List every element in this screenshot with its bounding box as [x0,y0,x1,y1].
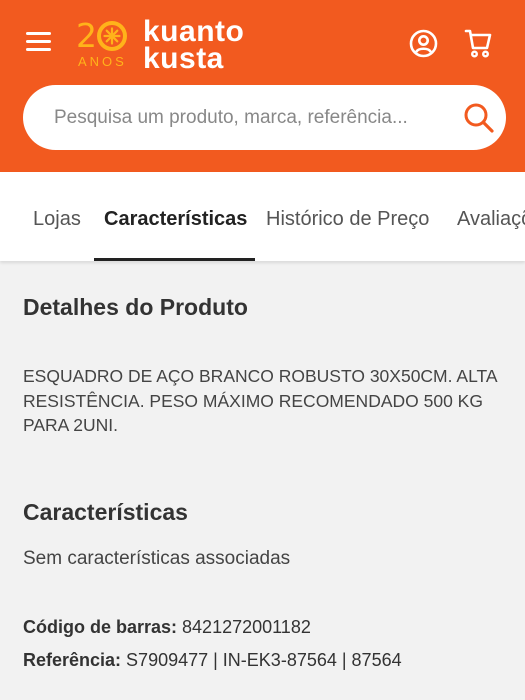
tab-caracteristicas[interactable]: Características [104,208,247,231]
site-header: 20 2 ANOS kuanto kusta [0,0,525,172]
details-heading: Detalhes do Produto [23,294,248,320]
features-heading: Características [23,499,188,525]
search-bar [23,85,506,150]
logo-two: 2 [76,16,97,55]
orange-slice-icon [97,21,127,51]
features-empty-text: Sem características associadas [23,548,291,569]
logo-anos: ANOS [78,54,127,69]
barcode-label: Código de barras: [23,617,183,637]
logo-anniversary: 20 2 [76,16,127,55]
reference-value: S7909477 | IN-EK3-87564 | 87564 [126,650,402,670]
user-icon[interactable] [409,29,438,58]
barcode-value: 8421272001182 [182,617,311,637]
tab-historico-preco[interactable]: Histórico de Preço [266,208,429,231]
active-tab-indicator [94,258,255,261]
tab-lojas[interactable]: Lojas [33,208,81,231]
reference-label: Referência: [23,650,127,670]
logo-word-kusta: kusta [143,42,224,75]
search-input[interactable] [54,103,424,133]
cart-icon[interactable] [464,28,492,58]
search-icon[interactable] [463,102,495,134]
product-description: ESQUADRO DE AÇO BRANCO ROBUSTO 30X50CM. … [23,366,497,435]
product-tabs: Lojas Características Histórico de Preço… [0,172,525,261]
tab-avaliacoes[interactable]: Avaliações [457,208,525,231]
kuantokusta-logo[interactable]: 20 2 ANOS kuanto kusta [76,14,276,75]
barcode-row: Código de barras: 8421272001182 [23,617,311,638]
reference-row: Referência: S7909477 | IN-EK3-87564 | 87… [23,650,402,671]
hamburger-icon[interactable] [26,31,52,53]
